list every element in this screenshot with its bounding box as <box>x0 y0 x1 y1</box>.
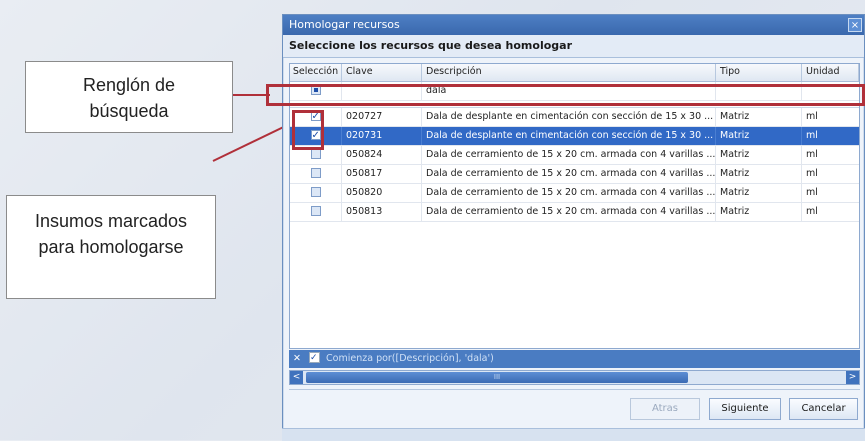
grid-header-row: Selección Clave Descripción Tipo Unidad <box>290 64 859 82</box>
column-header-tipo[interactable]: Tipo <box>716 64 802 81</box>
table-row[interactable]: 020727Dala de desplante en cimentación c… <box>290 108 859 127</box>
row-unidad-cell: ml <box>806 130 818 141</box>
row-unidad-cell: ml <box>806 149 818 160</box>
marked-checkboxes-highlight <box>292 110 324 150</box>
search-row-highlight <box>266 84 865 106</box>
row-selection-cell[interactable] <box>290 203 342 221</box>
clear-filter-icon[interactable]: ✕ <box>293 353 301 364</box>
column-header-seleccion[interactable]: Selección <box>290 64 342 81</box>
scroll-thumb-grip: III <box>493 373 501 381</box>
column-header-clave[interactable]: Clave <box>342 64 422 81</box>
table-row[interactable]: 020731Dala de desplante en cimentación c… <box>290 127 859 146</box>
row-unidad-cell: ml <box>806 206 818 217</box>
search-row-callout-text: Renglón de búsqueda <box>82 75 176 121</box>
row-clave-cell: 020727 <box>342 108 422 126</box>
marked-items-callout: Insumos marcados para homologarse <box>6 195 216 299</box>
row-descripcion-cell: Dala de cerramiento de 15 x 20 cm. armad… <box>422 203 716 221</box>
close-icon: × <box>850 20 860 31</box>
row-selection-cell[interactable] <box>290 165 342 183</box>
table-row[interactable]: 050824 Dala de cerramiento de 15 x 20 cm.… <box>290 146 859 165</box>
homologar-recursos-dialog: Homologar recursos × Seleccione los recu… <box>282 14 865 440</box>
scroll-left-icon[interactable]: < <box>290 371 303 384</box>
scroll-right-icon[interactable]: > <box>846 371 859 384</box>
row-unidad-cell: ml <box>806 111 818 122</box>
row-descripcion-cell: Dala de desplante en cimentación con sec… <box>422 108 716 126</box>
row-descripcion-cell: Dala de cerramiento de 15 x 20 cm. armad… <box>422 184 716 202</box>
table-row[interactable]: 050813 Dala de cerramiento de 15 x 20 cm.… <box>290 203 859 222</box>
row-tipo-cell: Matriz <box>716 146 802 164</box>
row-tipo-cell: Matriz <box>716 127 802 145</box>
row-descripcion-cell: Dala de desplante en cimentación con sec… <box>422 127 716 145</box>
column-header-descripcion[interactable]: Descripción <box>422 64 716 81</box>
next-button[interactable]: Siguiente <box>709 398 781 420</box>
row-unidad-cell: ml <box>806 187 818 198</box>
close-button[interactable]: × <box>848 18 862 32</box>
row-clave-cell: 050820 <box>342 184 422 202</box>
row-tipo-cell: Matriz <box>716 184 802 202</box>
window-bottom-strip <box>282 428 865 441</box>
row-selection-cell[interactable] <box>290 184 342 202</box>
cancel-button[interactable]: Cancelar <box>789 398 858 420</box>
unchecked-checkbox-icon[interactable] <box>310 148 321 159</box>
horizontal-scrollbar[interactable]: < III > <box>289 370 860 385</box>
filter-enabled-checkbox[interactable] <box>309 349 320 367</box>
dialog-title: Homologar recursos <box>289 18 400 31</box>
dialog-subtitle: Seleccione los recursos que desea homolo… <box>283 35 864 58</box>
dialog-titlebar: Homologar recursos × <box>283 15 864 35</box>
row-tipo-cell: Matriz <box>716 165 802 183</box>
unchecked-checkbox-icon[interactable] <box>310 186 321 197</box>
marked-items-callout-text: Insumos marcados para homologarse <box>34 211 188 257</box>
row-tipo-cell: Matriz <box>716 108 802 126</box>
row-clave-cell: 050813 <box>342 203 422 221</box>
scroll-thumb[interactable]: III <box>306 372 688 383</box>
row-clave-cell: 020731 <box>342 127 422 145</box>
unchecked-checkbox-icon[interactable] <box>310 205 321 216</box>
table-row[interactable]: 050820 Dala de cerramiento de 15 x 20 cm.… <box>290 184 859 203</box>
active-filter-bar: ✕ Comienza por([Descripción], 'dala') <box>289 349 860 368</box>
row-clave-cell: 050817 <box>342 165 422 183</box>
table-row[interactable]: 050817 Dala de cerramiento de 15 x 20 cm.… <box>290 165 859 184</box>
row-descripcion-cell: Dala de cerramiento de 15 x 20 cm. armad… <box>422 165 716 183</box>
back-button[interactable]: Atras <box>630 398 700 420</box>
grid-rows: 020727Dala de desplante en cimentación c… <box>290 108 859 222</box>
unchecked-checkbox-icon[interactable] <box>310 167 321 178</box>
column-header-unidad[interactable]: Unidad <box>802 64 859 81</box>
search-row-callout: Renglón de búsqueda <box>25 61 233 133</box>
row-descripcion-cell: Dala de cerramiento de 15 x 20 cm. armad… <box>422 146 716 164</box>
row-tipo-cell: Matriz <box>716 203 802 221</box>
row-unidad-cell: ml <box>806 168 818 179</box>
dialog-footer: Atras Siguiente Cancelar <box>289 389 860 428</box>
filter-expression[interactable]: Comienza por([Descripción], 'dala') <box>326 353 494 364</box>
row-clave-cell: 050824 <box>342 146 422 164</box>
